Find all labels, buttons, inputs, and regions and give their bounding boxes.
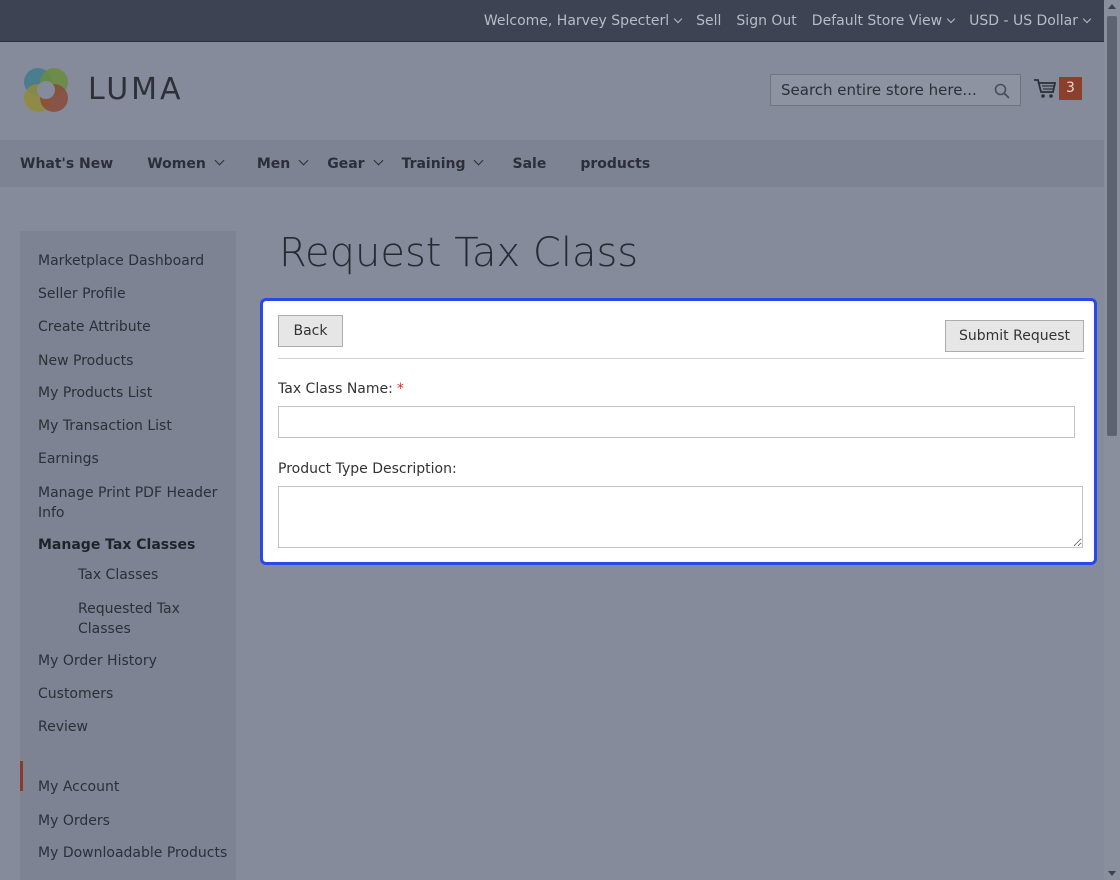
sidebar-item-manage-tax-classes[interactable]: Manage Tax Classes — [38, 535, 195, 555]
cart-icon — [1034, 79, 1057, 98]
welcome-text: Welcome, Harvey Specterl — [483, 13, 670, 29]
sidebar-item-my-orders[interactable]: My Orders — [38, 811, 110, 831]
nav-label: What's New — [20, 155, 114, 172]
sidebar-item-my-downloadable-products[interactable]: My Downloadable Products — [38, 843, 227, 863]
chevron-down-icon — [214, 155, 225, 166]
page-scrollbar[interactable] — [1104, 0, 1120, 880]
sign-out-link[interactable]: Sign Out — [736, 13, 796, 29]
back-button[interactable]: Back — [278, 315, 343, 347]
currency-switcher[interactable]: USD - US Dollar — [969, 13, 1092, 29]
nav-item-sale[interactable]: Sale — [512, 156, 546, 172]
nav-item-products[interactable]: products — [580, 156, 650, 172]
search-icon[interactable] — [994, 83, 1010, 99]
top-bar: Welcome, Harvey Specterl Sell Sign Out D… — [0, 0, 1104, 42]
sidebar-item-earnings[interactable]: Earnings — [38, 449, 99, 469]
nav-item-gear[interactable]: Gear — [327, 155, 384, 172]
search-box — [770, 74, 1021, 106]
sidebar-item-create-attribute[interactable]: Create Attribute — [38, 317, 151, 337]
chevron-down-icon — [373, 155, 384, 166]
sidebar-item-marketplace-dashboard[interactable]: Marketplace Dashboard — [38, 251, 204, 271]
required-mark: * — [396, 381, 404, 397]
divider — [278, 358, 1084, 359]
nav-item-training[interactable]: Training — [401, 155, 484, 172]
request-tax-class-form: Back Submit Request Tax Class Name: * Pro… — [260, 298, 1097, 565]
currency-text: USD - US Dollar — [969, 13, 1078, 29]
sidebar-item-manage-print-pdf-header-info[interactable]: Manage Print PDF Header Info — [38, 483, 218, 523]
tax-class-name-label: Tax Class Name: * — [278, 381, 404, 397]
site-header: LUMA 3 — [0, 43, 1104, 140]
scroll-down-arrow-icon[interactable] — [1108, 871, 1116, 876]
product-type-description-label: Product Type Description: — [278, 461, 457, 477]
top-links: Welcome, Harvey Specterl Sell Sign Out D… — [483, 0, 1092, 42]
store-view-text: Default Store View — [811, 13, 943, 29]
logo-text[interactable]: LUMA — [88, 72, 184, 107]
chevron-down-icon — [474, 155, 484, 166]
sidebar-item-my-products-list[interactable]: My Products List — [38, 383, 152, 403]
sidebar-item-my-order-history[interactable]: My Order History — [38, 651, 157, 671]
sidebar-item-my-transaction-list[interactable]: My Transaction List — [38, 416, 172, 436]
sell-link[interactable]: Sell — [696, 13, 721, 29]
nav-label: Sale — [512, 155, 547, 172]
main-nav: What's New Women Men Gear Training Sale … — [0, 140, 1104, 187]
search-input[interactable] — [771, 75, 991, 105]
tax-class-name-input[interactable] — [278, 406, 1075, 438]
nav-item-men[interactable]: Men — [256, 155, 309, 172]
page-title: Request Tax Class — [279, 230, 639, 276]
nav-item-women[interactable]: Women — [147, 155, 225, 172]
sidebar-subitem-requested-tax-classes[interactable]: Requested Tax Classes — [78, 599, 208, 639]
chevron-down-icon — [673, 14, 683, 24]
nav-label: Gear — [327, 155, 365, 172]
nav-item-whats-new[interactable]: What's New — [20, 156, 113, 172]
sidebar-item-my-account[interactable]: My Account — [38, 777, 119, 797]
cart-count-badge: 3 — [1059, 77, 1082, 100]
sidebar-subitem-tax-classes[interactable]: Tax Classes — [78, 565, 208, 585]
sidebar-item-seller-profile[interactable]: Seller Profile — [38, 284, 126, 304]
scroll-thumb[interactable] — [1107, 16, 1117, 436]
nav-label: products — [580, 155, 651, 172]
welcome-menu[interactable]: Welcome, Harvey Specterl — [483, 13, 683, 29]
nav-label: Training — [401, 155, 466, 172]
luma-logo-icon[interactable] — [20, 65, 72, 115]
active-item-marker — [20, 761, 23, 791]
scroll-up-arrow-icon[interactable] — [1108, 4, 1116, 9]
store-view-switcher[interactable]: Default Store View — [811, 13, 956, 29]
minicart[interactable]: 3 — [1033, 76, 1085, 104]
account-sidebar: Marketplace Dashboard Seller Profile Cre… — [20, 231, 236, 880]
chevron-down-icon — [1082, 14, 1092, 24]
chevron-down-icon — [946, 14, 956, 24]
tax-class-name-label-text: Tax Class Name: — [278, 381, 393, 397]
sidebar-item-new-products[interactable]: New Products — [38, 351, 133, 371]
nav-label: Men — [256, 155, 291, 172]
sidebar-item-review[interactable]: Review — [38, 717, 88, 737]
nav-label: Women — [147, 155, 206, 172]
chevron-down-icon — [298, 155, 309, 166]
product-type-description-textarea[interactable] — [278, 486, 1083, 548]
submit-request-button[interactable]: Submit Request — [945, 320, 1084, 352]
sidebar-item-customers[interactable]: Customers — [38, 684, 113, 704]
